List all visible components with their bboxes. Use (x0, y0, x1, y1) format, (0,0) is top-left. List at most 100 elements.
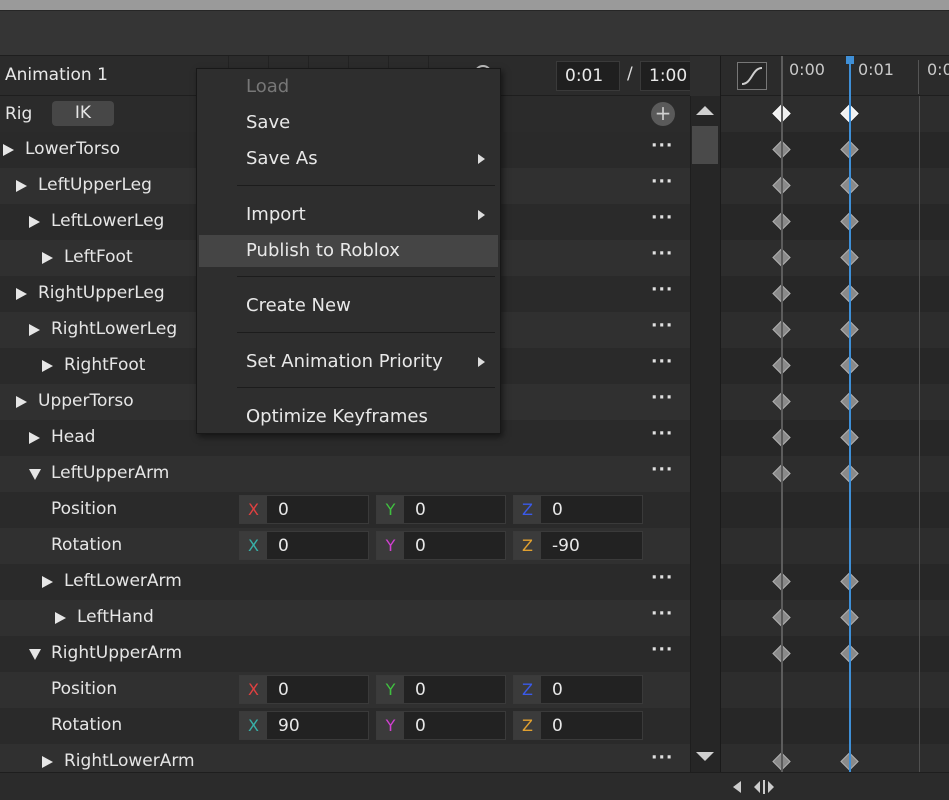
menu-item[interactable]: Set Animation Priority (199, 346, 498, 378)
timeline-row[interactable] (721, 96, 949, 132)
animation-name-button[interactable]: Animation 1 (5, 65, 108, 85)
ellipsis-icon[interactable]: ··· (651, 244, 673, 264)
triangle-right-icon[interactable] (16, 180, 27, 192)
timeline-row[interactable] (721, 132, 949, 168)
joint-row[interactable]: RightLowerArm ··· (0, 744, 690, 772)
timeline-row[interactable] (721, 312, 949, 348)
menu-item[interactable]: Import (199, 199, 498, 231)
timeline-row[interactable] (721, 204, 949, 240)
timeline-row[interactable] (721, 384, 949, 420)
triangle-right-icon[interactable] (29, 324, 40, 336)
playhead[interactable] (849, 56, 851, 772)
triangle-right-icon[interactable] (42, 756, 53, 768)
timeline-row[interactable] (721, 168, 949, 204)
timeline-row[interactable] (721, 600, 949, 636)
time-ruler[interactable]: 0:00 0:01 0:0 (721, 56, 949, 96)
axis-z-label: Z (514, 532, 541, 559)
coord-y-field[interactable]: Y0 (376, 495, 506, 524)
timeline-row[interactable] (721, 276, 949, 312)
total-time-input[interactable]: 1:00 (640, 61, 690, 91)
ellipsis-icon[interactable]: ··· (651, 568, 673, 588)
track-list-scrollbar[interactable] (690, 96, 720, 772)
ellipsis-icon[interactable]: ··· (651, 352, 673, 372)
triangle-right-icon[interactable] (55, 612, 66, 624)
current-time-input[interactable]: 0:01 (556, 61, 620, 91)
menu-item[interactable]: Save (199, 107, 498, 139)
menu-item[interactable]: Publish to Roblox (199, 235, 498, 267)
timeline-row[interactable] (721, 636, 949, 672)
property-row[interactable]: Position X 0 Y 0 Z 0 (0, 492, 690, 528)
keyframe-timeline[interactable]: 0:00 0:01 0:0 (720, 56, 949, 772)
ellipsis-icon[interactable]: ··· (651, 208, 673, 228)
triangle-right-icon[interactable] (29, 432, 40, 444)
joint-label: RightLowerLeg (51, 319, 178, 339)
zoom-handle-icon[interactable] (752, 778, 776, 796)
coord-x-field[interactable]: X0 (239, 495, 369, 524)
coord-y-field[interactable]: Y0 (376, 531, 506, 560)
coord-y-field[interactable]: Y0 (376, 675, 506, 704)
ellipsis-icon[interactable]: ··· (651, 640, 673, 660)
ellipsis-icon[interactable]: ··· (651, 748, 673, 768)
axis-y-label: Y (377, 496, 404, 523)
timeline-row[interactable] (721, 708, 949, 744)
ellipsis-icon[interactable]: ··· (651, 172, 673, 192)
playhead-handle[interactable] (846, 56, 854, 64)
coord-value: 0 (552, 716, 563, 736)
ellipsis-icon[interactable]: ··· (651, 424, 673, 444)
triangle-right-icon[interactable] (16, 396, 27, 408)
triangle-down-icon[interactable] (29, 469, 41, 480)
coord-x-field[interactable]: X 90 (239, 711, 369, 740)
menu-item[interactable]: Save As (199, 143, 498, 175)
coord-x-field[interactable]: X0 (239, 531, 369, 560)
coord-value: 0 (415, 536, 426, 556)
ik-button[interactable]: IK (52, 101, 114, 126)
coord-z-field[interactable]: Z0 (513, 711, 643, 740)
ellipsis-icon[interactable]: ··· (651, 388, 673, 408)
timeline-row[interactable] (721, 672, 949, 708)
scroll-left-icon[interactable] (733, 781, 741, 793)
triangle-right-icon[interactable] (16, 288, 27, 300)
timeline-row[interactable] (721, 528, 949, 564)
property-row[interactable]: Position X 0 Y 0 Z 0 (0, 672, 690, 708)
timeline-row[interactable] (721, 348, 949, 384)
menu-item[interactable]: Optimize Keyframes (199, 401, 498, 433)
timeline-row[interactable] (721, 744, 949, 772)
menu-item[interactable]: Create New (199, 290, 498, 322)
timeline-row[interactable] (721, 456, 949, 492)
property-row[interactable]: Rotation X 90 Y 0 Z 0 (0, 708, 690, 744)
add-track-button[interactable]: + (651, 102, 675, 126)
easing-curve-icon[interactable] (737, 62, 767, 90)
coord-z-field[interactable]: Z0 (513, 495, 643, 524)
ellipsis-icon[interactable]: ··· (651, 604, 673, 624)
scroll-down-icon[interactable] (696, 752, 714, 761)
coord-y-field[interactable]: Y0 (376, 711, 506, 740)
triangle-right-icon[interactable] (42, 360, 53, 372)
coord-z-field[interactable]: Z0 (513, 675, 643, 704)
triangle-right-icon[interactable] (42, 252, 53, 264)
triangle-right-icon[interactable] (3, 144, 14, 156)
coord-z-field[interactable]: Z -90 (513, 531, 643, 560)
ellipsis-icon[interactable]: ··· (651, 136, 673, 156)
submenu-arrow-icon (478, 210, 485, 220)
scroll-up-icon[interactable] (696, 106, 714, 115)
timeline-row[interactable] (721, 240, 949, 276)
ellipsis-icon[interactable]: ··· (651, 460, 673, 480)
timeline-row[interactable] (721, 492, 949, 528)
scroll-thumb[interactable] (692, 126, 718, 164)
property-label: Position (51, 679, 118, 699)
ellipsis-icon[interactable]: ··· (651, 316, 673, 336)
coord-x-field[interactable]: X0 (239, 675, 369, 704)
ellipsis-icon[interactable]: ··· (651, 280, 673, 300)
triangle-down-icon[interactable] (29, 649, 41, 660)
property-row[interactable]: Rotation X 0 Y 0 Z -90 (0, 528, 690, 564)
triangle-right-icon[interactable] (42, 576, 53, 588)
joint-label: LeftUpperLeg (38, 175, 152, 195)
timeline-row[interactable] (721, 564, 949, 600)
joint-row[interactable]: LeftUpperArm ··· (0, 456, 690, 492)
joint-row[interactable]: LeftLowerArm ··· (0, 564, 690, 600)
joint-label: LeftLowerLeg (51, 211, 165, 231)
joint-row[interactable]: RightUpperArm ··· (0, 636, 690, 672)
triangle-right-icon[interactable] (29, 216, 40, 228)
timeline-row[interactable] (721, 420, 949, 456)
joint-row[interactable]: LeftHand ··· (0, 600, 690, 636)
